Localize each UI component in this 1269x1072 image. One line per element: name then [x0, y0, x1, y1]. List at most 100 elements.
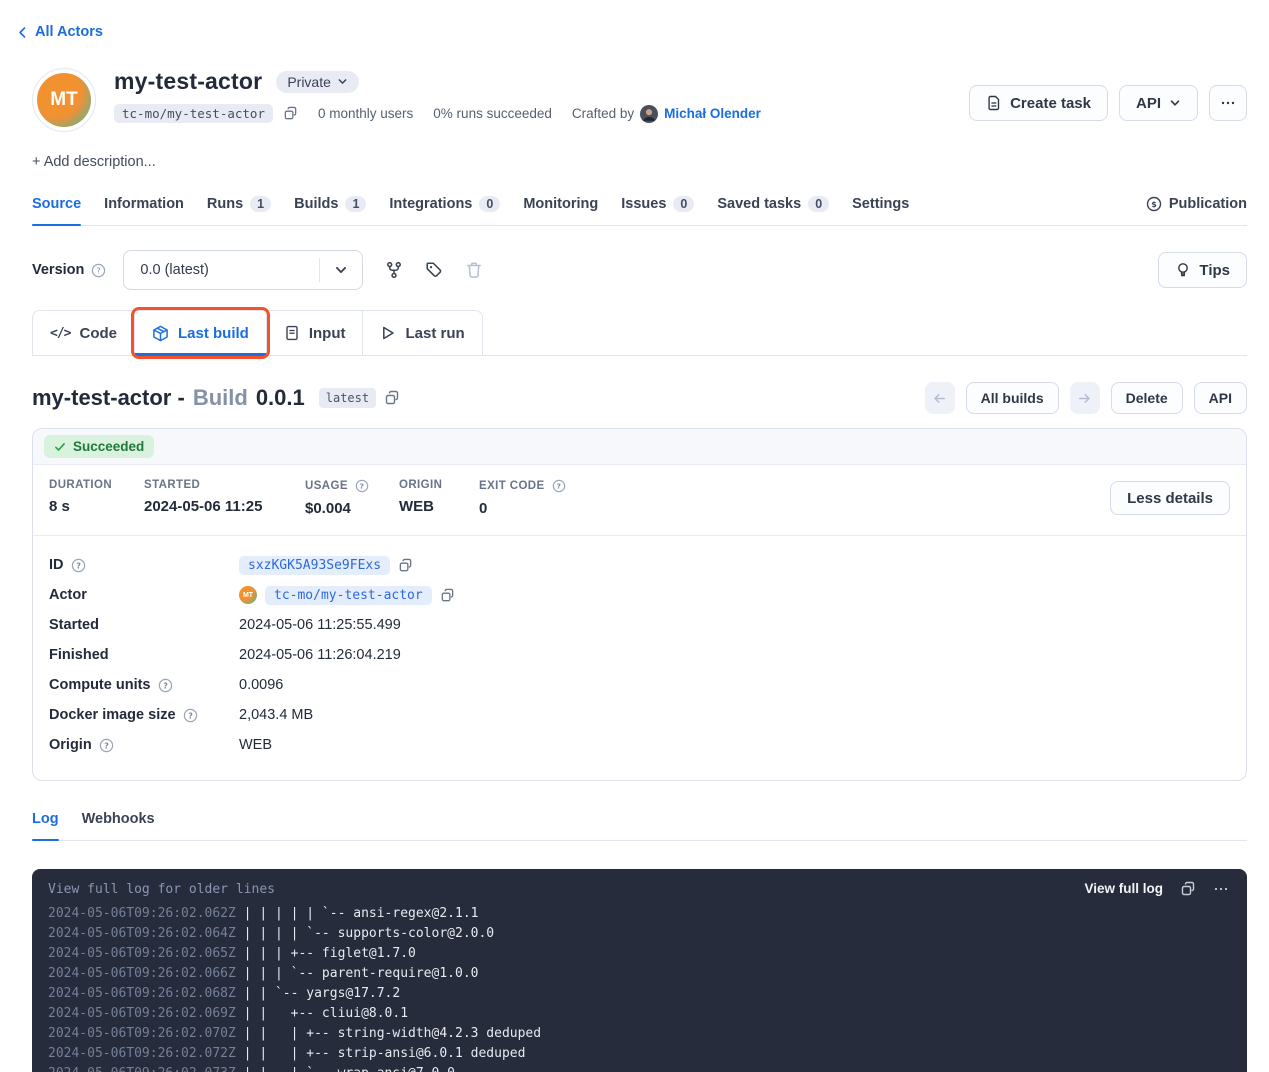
- tab-publication[interactable]: $ Publication: [1146, 188, 1247, 225]
- latest-badge: latest: [319, 388, 376, 408]
- tab-saved-tasks[interactable]: Saved tasks0: [717, 188, 829, 225]
- tab-information[interactable]: Information: [104, 188, 184, 225]
- detail-label: Compute units: [49, 677, 151, 693]
- build-id-pill[interactable]: sxzKGK5A93Se9FExs: [239, 556, 390, 575]
- help-icon[interactable]: ?: [355, 479, 369, 493]
- subtab-input[interactable]: Input: [266, 311, 363, 355]
- help-icon[interactable]: ?: [99, 738, 114, 753]
- author-link[interactable]: Michał Olender: [664, 106, 761, 121]
- copy-log-icon[interactable]: [1180, 881, 1196, 897]
- status-label: Succeeded: [73, 439, 144, 454]
- build-title-word: Build: [193, 385, 248, 411]
- help-icon[interactable]: ?: [183, 708, 198, 723]
- crafted-by-label: Crafted by: [572, 106, 634, 121]
- view-older-lines-link[interactable]: View full log for older lines: [48, 880, 275, 900]
- chevron-down-icon: [337, 76, 348, 87]
- subtab-last-build[interactable]: Last build: [134, 311, 266, 355]
- tab-settings[interactable]: Settings: [852, 188, 909, 225]
- build-title-actor: my-test-actor -: [32, 385, 185, 411]
- tab-label: Publication: [1169, 196, 1247, 212]
- tag-icon[interactable]: [425, 261, 443, 279]
- add-description-link[interactable]: + Add description...: [32, 154, 156, 170]
- log-more-icon[interactable]: [1213, 881, 1229, 897]
- tab-builds[interactable]: Builds1: [294, 188, 366, 225]
- detail-label: Actor: [49, 587, 87, 603]
- actor-avatar-initials: MT: [37, 73, 91, 127]
- log-line: 2024-05-06T09:26:02.069Z | | +-- cliui@8…: [48, 1004, 1231, 1024]
- monthly-users-stat: 0 monthly users: [318, 106, 413, 121]
- stat-label: STARTED: [144, 479, 305, 491]
- api-dropdown-button[interactable]: API: [1119, 85, 1198, 121]
- build-log-terminal: View full log for older lines 2024-05-06…: [32, 869, 1247, 1072]
- log-line: 2024-05-06T09:26:02.065Z | | | +-- figle…: [48, 944, 1231, 964]
- svg-text:?: ?: [556, 482, 561, 491]
- api-label: API: [1136, 95, 1161, 112]
- subtab-code[interactable]: </> Code: [33, 311, 134, 355]
- detail-value: 0.0096: [239, 677, 283, 693]
- copy-id-icon[interactable]: [398, 558, 413, 573]
- tab-webhooks[interactable]: Webhooks: [82, 803, 155, 840]
- all-builds-button[interactable]: All builds: [966, 382, 1059, 414]
- copy-build-icon[interactable]: [384, 390, 400, 406]
- tab-issues[interactable]: Issues0: [621, 188, 694, 225]
- play-icon: [380, 325, 396, 341]
- trash-icon: [465, 261, 483, 279]
- version-select-value: 0.0 (latest): [124, 262, 319, 278]
- tab-label: Monitoring: [523, 196, 598, 212]
- svg-text:?: ?: [97, 266, 101, 275]
- actor-avatar: MT: [32, 68, 96, 132]
- version-select[interactable]: 0.0 (latest): [123, 250, 363, 290]
- git-branch-icon[interactable]: [385, 261, 403, 279]
- stat-duration: DURATION 8 s: [49, 479, 144, 515]
- chevron-down-icon: [1169, 97, 1181, 109]
- tab-integrations[interactable]: Integrations0: [389, 188, 500, 225]
- view-full-log-button[interactable]: View full log: [1084, 879, 1163, 899]
- log-line: 2024-05-06T09:26:02.070Z | | | +-- strin…: [48, 1024, 1231, 1044]
- tab-monitoring[interactable]: Monitoring: [523, 188, 598, 225]
- tab-log[interactable]: Log: [32, 803, 59, 840]
- copy-actor-icon[interactable]: [440, 588, 455, 603]
- help-icon[interactable]: ?: [71, 558, 86, 573]
- log-line: 2024-05-06T09:26:02.062Z | | | | | `-- a…: [48, 904, 1231, 924]
- tab-label: Issues: [621, 196, 666, 212]
- help-icon[interactable]: ?: [158, 678, 173, 693]
- detail-row-compute-units: Compute units? 0.0096: [49, 670, 1230, 700]
- page-title: my-test-actor: [114, 68, 262, 95]
- dollar-circle-icon: $: [1146, 196, 1162, 212]
- stat-value: $0.004: [305, 500, 399, 517]
- delete-build-button[interactable]: Delete: [1111, 382, 1183, 414]
- subtab-last-run[interactable]: Last run: [362, 311, 481, 355]
- more-actions-button[interactable]: [1209, 85, 1247, 121]
- svg-text:?: ?: [104, 741, 109, 750]
- svg-text:?: ?: [188, 711, 193, 720]
- breadcrumb-all-actors[interactable]: All Actors: [16, 24, 103, 40]
- log-line: 2024-05-06T09:26:02.064Z | | | | `-- sup…: [48, 924, 1231, 944]
- delete-label: Delete: [1126, 390, 1168, 406]
- svg-text:?: ?: [360, 482, 365, 491]
- tab-label: Settings: [852, 196, 909, 212]
- subtab-label: Last build: [178, 325, 249, 342]
- copy-handle-icon[interactable]: [283, 106, 298, 121]
- stat-label: USAGE: [305, 480, 348, 492]
- page: All Actors MT my-test-actor Private tc-m…: [0, 24, 1269, 1072]
- tab-label: Information: [104, 196, 184, 212]
- tips-button[interactable]: Tips: [1158, 252, 1247, 288]
- tab-runs[interactable]: Runs1: [207, 188, 271, 225]
- help-icon[interactable]: ?: [91, 263, 106, 278]
- actor-link-pill[interactable]: tc-mo/my-test-actor: [265, 586, 432, 605]
- help-icon[interactable]: ?: [552, 479, 566, 493]
- detail-label: Origin: [49, 737, 92, 753]
- build-heading-row: my-test-actor - Build 0.0.1 latest All b…: [32, 382, 1247, 414]
- stat-value: 0: [479, 500, 566, 517]
- stat-started: STARTED 2024-05-06 11:25: [144, 479, 305, 515]
- build-detail-rows: ID? sxzKGK5A93Se9FExs Actor MT tc-mo/my-…: [33, 536, 1246, 780]
- tab-source[interactable]: Source: [32, 188, 81, 225]
- arrow-right-icon: [1077, 391, 1092, 406]
- visibility-dropdown[interactable]: Private: [276, 71, 359, 93]
- build-details-card: Succeeded DURATION 8 s STARTED 2024-05-0…: [32, 428, 1247, 781]
- create-task-button[interactable]: Create task: [969, 85, 1108, 121]
- tab-label: Log: [32, 811, 59, 827]
- less-details-button[interactable]: Less details: [1110, 481, 1230, 515]
- actor-handle[interactable]: tc-mo/my-test-actor: [114, 104, 273, 123]
- build-api-button[interactable]: API: [1194, 382, 1247, 414]
